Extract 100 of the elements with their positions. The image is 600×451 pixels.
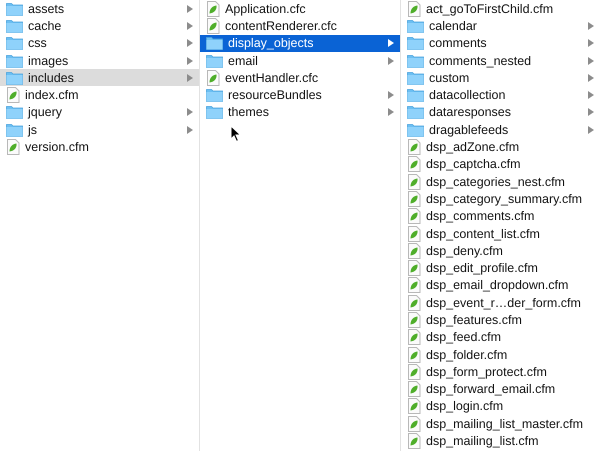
file-name: dragablefeeds bbox=[429, 122, 510, 137]
file-item[interactable]: dsp_content_list.cfm bbox=[401, 224, 600, 242]
file-name: Application.cfc bbox=[225, 2, 307, 16]
file-item[interactable]: Application.cfc bbox=[200, 0, 400, 18]
folder-icon bbox=[6, 18, 23, 33]
folder-icon bbox=[206, 54, 223, 68]
file-name: dsp_forward_email.cfm bbox=[426, 382, 556, 396]
file-leaf-icon bbox=[6, 139, 20, 156]
file-leaf-icon bbox=[206, 18, 220, 34]
file-name: email bbox=[228, 54, 259, 68]
folder-icon bbox=[6, 105, 23, 120]
file-name: includes bbox=[28, 70, 75, 85]
file-item[interactable]: dsp_comments.cfm bbox=[401, 208, 600, 225]
folder-item[interactable]: assets bbox=[0, 0, 199, 18]
file-item[interactable]: dsp_features.cfm bbox=[401, 311, 600, 329]
file-item[interactable]: dsp_mailing_list.cfm bbox=[401, 432, 600, 450]
file-item[interactable]: version.cfm bbox=[0, 138, 199, 156]
folder-item[interactable]: css bbox=[0, 34, 199, 52]
file-leaf-icon bbox=[6, 87, 20, 104]
file-item[interactable]: dsp_event_r…der_form.cfm bbox=[401, 294, 600, 312]
file-leaf-icon bbox=[407, 156, 421, 172]
folder-icon bbox=[407, 122, 424, 137]
file-name: dsp_folder.cfm bbox=[426, 348, 508, 362]
file-leaf-icon bbox=[407, 139, 421, 156]
file-leaf-icon bbox=[407, 329, 421, 346]
folder-item[interactable]: dataresponses bbox=[401, 104, 600, 122]
file-name: dsp_feed.cfm bbox=[426, 330, 502, 344]
folder-item[interactable]: comments_nested bbox=[401, 52, 600, 70]
file-name: dsp_deny.cfm bbox=[426, 244, 504, 258]
file-name: dsp_category_summary.cfm bbox=[426, 192, 584, 206]
folder-icon bbox=[407, 18, 424, 33]
file-item[interactable]: dsp_categories_nest.cfm bbox=[401, 172, 600, 190]
folder-icon bbox=[206, 105, 223, 120]
chevron-icon bbox=[187, 108, 193, 116]
folder-item[interactable]: images bbox=[0, 52, 199, 70]
folder-item[interactable]: themes bbox=[200, 104, 400, 122]
file-item[interactable]: dsp_deny.cfm bbox=[401, 242, 600, 260]
file-name: assets bbox=[28, 2, 66, 16]
file-name: dsp_edit_profile.cfm bbox=[426, 261, 539, 276]
file-name: custom bbox=[429, 70, 470, 85]
file-name: datacollection bbox=[429, 88, 506, 102]
file-item[interactable]: act_goToFirstChild.cfm bbox=[401, 0, 600, 18]
folder-item[interactable]: dragablefeeds bbox=[401, 121, 600, 138]
file-item[interactable]: dsp_category_summary.cfm bbox=[401, 190, 600, 208]
folder-icon bbox=[407, 105, 424, 120]
file-item[interactable]: dsp_edit_profile.cfm bbox=[401, 259, 600, 277]
file-leaf-icon bbox=[407, 398, 421, 414]
file-item[interactable]: contentRenderer.cfc bbox=[200, 17, 400, 35]
folder-item[interactable]: custom bbox=[401, 69, 600, 86]
file-leaf-icon bbox=[407, 381, 421, 398]
file-item[interactable]: index.cfm bbox=[0, 86, 199, 104]
file-name: dsp_email_dropdown.cfm bbox=[426, 278, 570, 292]
pointer-icon bbox=[230, 125, 242, 143]
chevron-icon bbox=[588, 126, 594, 134]
file-name: eventHandler.cfc bbox=[225, 70, 320, 85]
file-name: version.cfm bbox=[25, 140, 90, 154]
folder-icon bbox=[407, 54, 424, 68]
file-name: images bbox=[28, 54, 70, 68]
file-name: index.cfm bbox=[25, 88, 80, 102]
file-leaf-icon bbox=[206, 70, 220, 86]
folder-item[interactable]: jquery bbox=[0, 104, 199, 122]
folder-item[interactable]: cache bbox=[0, 17, 199, 35]
file-name: js bbox=[28, 122, 38, 137]
file-name: dsp_categories_nest.cfm bbox=[426, 174, 566, 189]
file-name: resourceBundles bbox=[228, 88, 323, 102]
file-name: dsp_features.cfm bbox=[426, 312, 523, 327]
file-leaf-icon bbox=[407, 294, 421, 311]
file-item[interactable]: dsp_form_protect.cfm bbox=[401, 363, 600, 381]
file-name: jquery bbox=[28, 105, 64, 120]
file-name: themes bbox=[228, 105, 270, 120]
file-item[interactable]: dsp_login.cfm bbox=[401, 398, 600, 416]
file-name: dsp_captcha.cfm bbox=[426, 157, 522, 172]
folder-item[interactable]: display_objects bbox=[200, 34, 400, 52]
file-leaf-icon bbox=[407, 312, 421, 328]
file-item[interactable]: dsp_captcha.cfm bbox=[401, 156, 600, 173]
folder-item[interactable]: email bbox=[200, 52, 400, 70]
chevron-icon bbox=[187, 126, 193, 134]
file-name: dataresponses bbox=[429, 105, 512, 120]
file-item[interactable]: dsp_email_dropdown.cfm bbox=[401, 276, 600, 294]
file-name: css bbox=[28, 36, 48, 50]
file-name: dsp_login.cfm bbox=[426, 399, 504, 414]
file-item[interactable]: dsp_adZone.cfm bbox=[401, 138, 600, 156]
file-leaf-icon bbox=[407, 190, 421, 207]
folder-item[interactable]: comments bbox=[401, 34, 600, 52]
file-item[interactable]: dsp_folder.cfm bbox=[401, 346, 600, 364]
file-item[interactable]: dsp_mailing_list_master.cfm bbox=[401, 415, 600, 432]
file-leaf-icon bbox=[407, 226, 421, 242]
folder-icon bbox=[407, 70, 424, 85]
file-leaf-icon bbox=[407, 260, 421, 276]
file-item[interactable]: eventHandler.cfc bbox=[200, 69, 400, 86]
folder-icon bbox=[6, 122, 23, 137]
chevron-icon bbox=[388, 56, 394, 65]
file-item[interactable]: dsp_forward_email.cfm bbox=[401, 380, 600, 398]
file-item[interactable]: dsp_feed.cfm bbox=[401, 328, 600, 346]
folder-item[interactable]: js bbox=[0, 121, 199, 138]
folder-item[interactable]: resourceBundles bbox=[200, 86, 400, 104]
file-leaf-icon bbox=[407, 174, 421, 190]
folder-item[interactable]: datacollection bbox=[401, 86, 600, 104]
folder-item[interactable]: calendar bbox=[401, 17, 600, 35]
file-leaf-icon bbox=[407, 277, 421, 294]
